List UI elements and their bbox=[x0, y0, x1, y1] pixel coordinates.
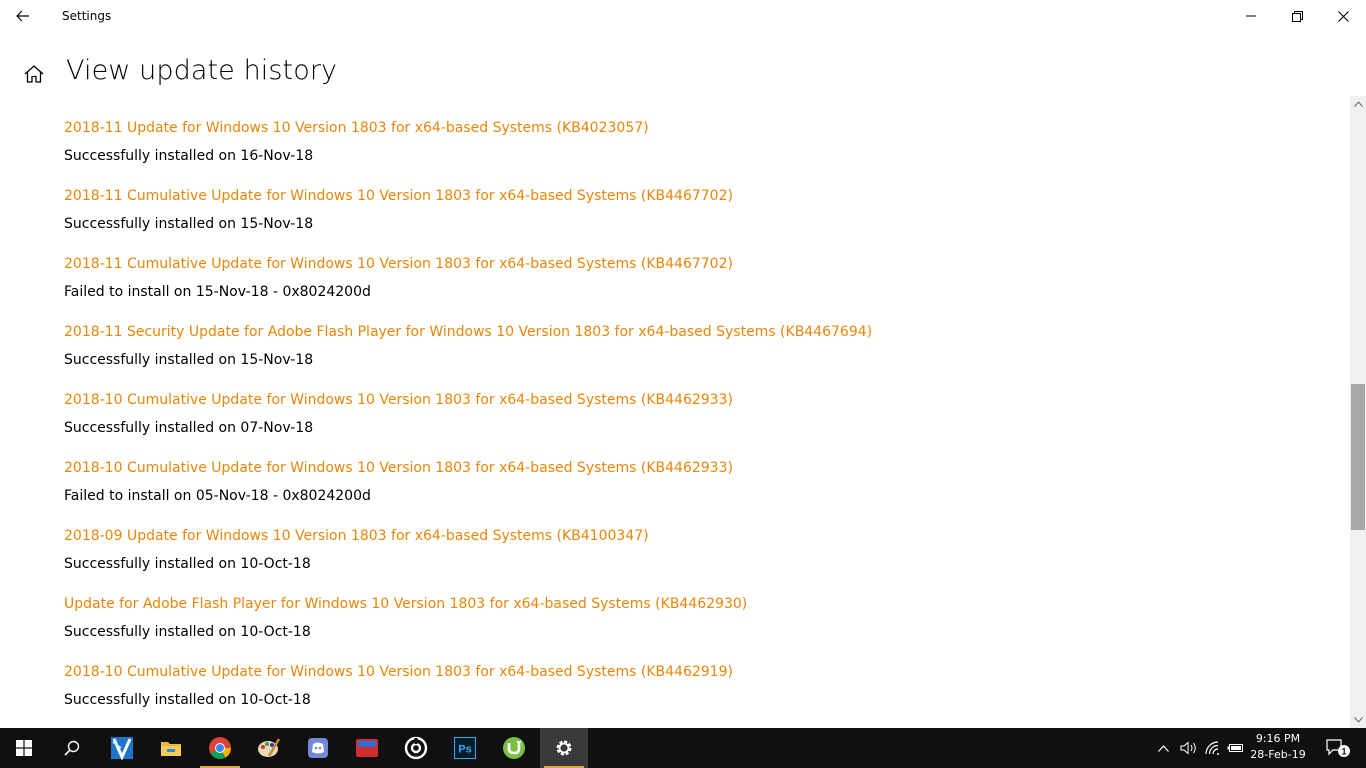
battery-icon bbox=[1227, 744, 1243, 752]
update-link[interactable]: 2018-10 Cumulative Update for Windows 10… bbox=[64, 664, 733, 680]
update-status: Successfully installed on 10-Oct-18 bbox=[64, 692, 311, 708]
action-center-button[interactable]: 1 bbox=[1316, 728, 1360, 768]
update-link[interactable]: 2018-11 Security Update for Adobe Flash … bbox=[64, 324, 872, 340]
paint-icon bbox=[258, 738, 281, 757]
update-status: Successfully installed on 15-Nov-18 bbox=[64, 216, 314, 232]
update-status: Successfully installed on 10-Oct-18 bbox=[64, 556, 311, 572]
file-explorer-icon bbox=[161, 742, 181, 756]
page-title: View update history bbox=[66, 55, 338, 86]
chevron-down-icon bbox=[1353, 717, 1363, 723]
battery-button[interactable] bbox=[1226, 728, 1246, 768]
wifi-icon bbox=[1205, 741, 1219, 755]
taskbar-photoshop[interactable]: Ps bbox=[441, 728, 489, 768]
restore-icon bbox=[1291, 10, 1303, 22]
taskbar-utorrent[interactable] bbox=[490, 728, 538, 768]
update-link[interactable]: 2018-11 Update for Windows 10 Version 18… bbox=[64, 120, 649, 136]
utorrent-icon bbox=[503, 737, 525, 759]
scroll-down-button[interactable] bbox=[1350, 712, 1366, 728]
update-status: Successfully installed on 16-Nov-18 bbox=[64, 148, 314, 164]
volume-icon bbox=[1180, 741, 1196, 755]
chrome-icon bbox=[209, 737, 231, 759]
taskbar-chrome[interactable] bbox=[196, 728, 244, 768]
taskbar-discord[interactable] bbox=[294, 728, 342, 768]
start-button[interactable] bbox=[0, 728, 48, 768]
target-app-icon bbox=[404, 736, 428, 760]
update-history-content: 2018-11 Update for Windows 10 Version 18… bbox=[0, 96, 1350, 728]
update-link[interactable]: 2018-10 Cumulative Update for Windows 10… bbox=[64, 460, 733, 476]
update-status: Successfully installed on 07-Nov-18 bbox=[64, 420, 314, 436]
home-button[interactable] bbox=[18, 58, 50, 90]
taskbar-red-app[interactable] bbox=[343, 728, 391, 768]
photoshop-icon: Ps bbox=[454, 737, 476, 759]
taskbar-settings[interactable] bbox=[540, 728, 588, 768]
search-icon bbox=[64, 740, 80, 756]
app-blue-icon bbox=[111, 737, 133, 760]
clock-time: 9:16 PM bbox=[1255, 732, 1301, 745]
search-button[interactable] bbox=[48, 728, 96, 768]
back-arrow-icon bbox=[16, 10, 29, 22]
close-icon bbox=[1337, 10, 1349, 22]
network-button[interactable] bbox=[1203, 728, 1223, 768]
minimize-button[interactable] bbox=[1228, 0, 1274, 32]
volume-button[interactable] bbox=[1178, 728, 1200, 768]
vertical-scrollbar[interactable] bbox=[1350, 96, 1366, 728]
chevron-up-icon bbox=[1157, 744, 1169, 752]
taskbar: Ps 9:16 PM 28-Feb-19 1 bbox=[0, 728, 1366, 768]
back-button[interactable] bbox=[0, 0, 46, 32]
windows-start-icon bbox=[16, 740, 32, 756]
home-icon bbox=[24, 65, 44, 83]
svg-text:Ps: Ps bbox=[458, 744, 471, 756]
scrollbar-thumb[interactable] bbox=[1351, 384, 1365, 530]
update-link[interactable]: 2018-11 Cumulative Update for Windows 10… bbox=[64, 188, 733, 204]
close-button[interactable] bbox=[1320, 0, 1366, 32]
chevron-up-icon bbox=[1353, 101, 1363, 107]
taskbar-paint[interactable] bbox=[245, 728, 293, 768]
notification-icon: 1 bbox=[1326, 739, 1350, 757]
update-link[interactable]: 2018-09 Update for Windows 10 Version 18… bbox=[64, 528, 649, 544]
tray-overflow-button[interactable] bbox=[1154, 728, 1172, 768]
update-link[interactable]: Update for Adobe Flash Player for Window… bbox=[64, 596, 747, 612]
svg-text:1: 1 bbox=[1341, 747, 1346, 757]
minimize-icon bbox=[1246, 15, 1256, 17]
update-link[interactable]: 2018-10 Cumulative Update for Windows 10… bbox=[64, 392, 733, 408]
window-title: Settings bbox=[62, 9, 112, 23]
taskbar-target-app[interactable] bbox=[392, 728, 440, 768]
clipped-text-fragment bbox=[64, 96, 78, 98]
discord-icon bbox=[308, 738, 328, 758]
taskbar-clock[interactable]: 9:16 PM 28-Feb-19 bbox=[1246, 731, 1310, 763]
update-link[interactable]: 2018-11 Cumulative Update for Windows 10… bbox=[64, 256, 733, 272]
clock-date: 28-Feb-19 bbox=[1250, 748, 1306, 761]
taskbar-app-blue[interactable] bbox=[98, 728, 146, 768]
taskbar-file-explorer[interactable] bbox=[147, 728, 195, 768]
red-app-icon bbox=[356, 739, 378, 757]
update-status: Successfully installed on 15-Nov-18 bbox=[64, 352, 314, 368]
restore-button[interactable] bbox=[1274, 0, 1320, 32]
settings-gear-icon bbox=[556, 740, 572, 756]
scroll-up-button[interactable] bbox=[1350, 96, 1366, 112]
update-status: Failed to install on 15-Nov-18 - 0x80242… bbox=[64, 284, 371, 300]
update-status: Successfully installed on 10-Oct-18 bbox=[64, 624, 311, 640]
update-status: Failed to install on 05-Nov-18 - 0x80242… bbox=[64, 488, 371, 504]
title-bar: Settings bbox=[0, 0, 1366, 32]
